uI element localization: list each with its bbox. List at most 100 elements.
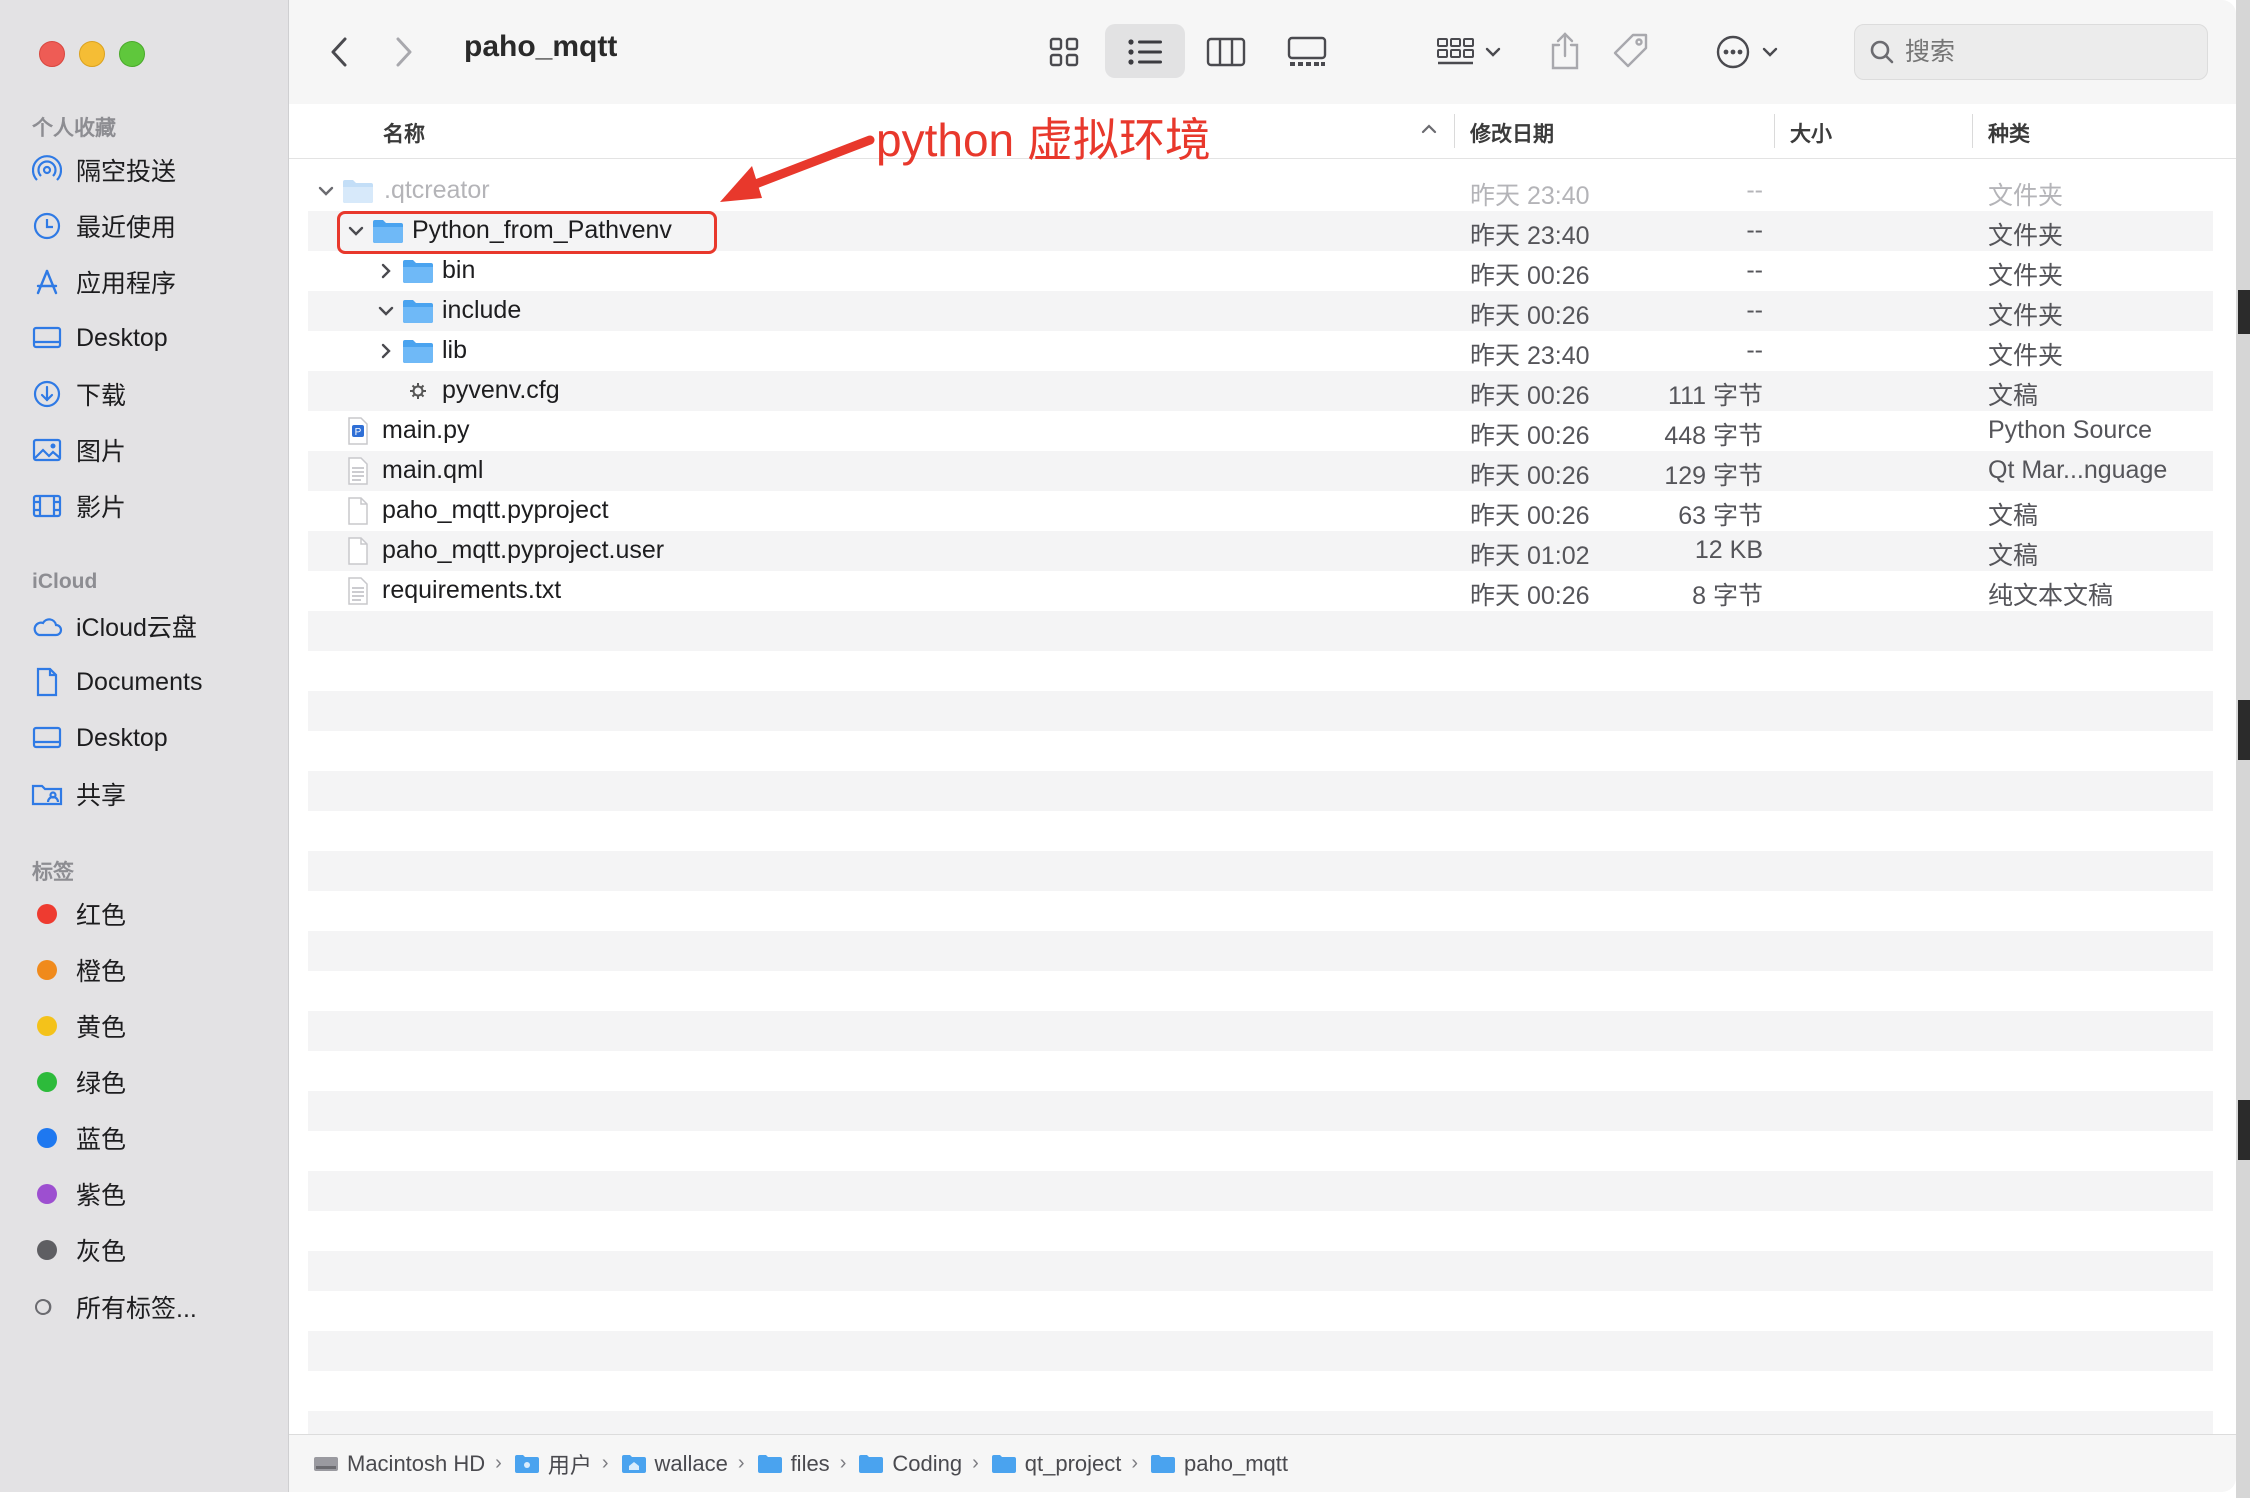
search-field[interactable] bbox=[1854, 24, 2208, 80]
minimize-window-button[interactable] bbox=[79, 41, 105, 67]
group-by-button[interactable] bbox=[1429, 30, 1509, 74]
zoom-window-button[interactable] bbox=[119, 41, 145, 67]
share-button[interactable] bbox=[1545, 28, 1585, 74]
tag-color-dot bbox=[30, 1009, 64, 1043]
table-row[interactable]: lib 昨天 23:40 -- 文件夹 bbox=[308, 331, 2213, 371]
disclosure-expanded-icon[interactable] bbox=[374, 299, 398, 323]
sidebar-item-label: 影片 bbox=[76, 494, 127, 522]
file-kind: 文件夹 bbox=[1988, 302, 2064, 330]
airdrop-icon bbox=[30, 153, 64, 187]
table-row[interactable]: include 昨天 00:26 -- 文件夹 bbox=[308, 291, 2213, 331]
empty-row-stripe bbox=[308, 1171, 2213, 1211]
path-item-disk[interactable]: Macintosh HD › bbox=[313, 1451, 514, 1477]
desktop-icon bbox=[30, 721, 64, 755]
tag-button[interactable] bbox=[1609, 28, 1653, 74]
column-divider[interactable] bbox=[1774, 114, 1775, 148]
file-name: main.py bbox=[382, 416, 470, 444]
disclosure-expanded-icon[interactable] bbox=[314, 179, 338, 203]
gallery-view-button[interactable] bbox=[1285, 32, 1329, 72]
orange-dot-icon bbox=[37, 960, 57, 980]
annotation-arrow-icon bbox=[720, 135, 875, 202]
search-input[interactable] bbox=[1903, 36, 2167, 68]
sidebar-tag-gray[interactable]: 灰色 bbox=[30, 1228, 280, 1272]
sidebar-item-label: 蓝色 bbox=[76, 1126, 127, 1154]
file-size: 8 字节 bbox=[1692, 582, 1763, 610]
sidebar-item-label: 黄色 bbox=[76, 1014, 127, 1042]
file-name: main.qml bbox=[382, 456, 484, 484]
list-view-button[interactable] bbox=[1125, 32, 1165, 72]
forward-button[interactable] bbox=[389, 32, 419, 72]
file-name: include bbox=[442, 296, 522, 324]
sidebar-item-label: 最近使用 bbox=[76, 214, 177, 242]
path-item-home[interactable]: wallace › bbox=[621, 1451, 757, 1477]
sidebar-item-icloud-drive[interactable]: iCloud云盘 bbox=[30, 604, 280, 648]
file-kind: 纯文本文稿 bbox=[1988, 582, 2114, 610]
sidebar-item-shared[interactable]: 共享 bbox=[30, 772, 280, 816]
column-divider[interactable] bbox=[1454, 114, 1455, 148]
icon-view-button[interactable] bbox=[1044, 32, 1084, 72]
sidebar-item-pictures[interactable]: 图片 bbox=[30, 428, 280, 472]
file-date: 昨天 23:40 bbox=[1470, 342, 1590, 370]
file-name: paho_mqtt.pyproject bbox=[382, 496, 609, 524]
table-row[interactable]: main.qml 昨天 00:26 129 字节 Qt Mar...nguage bbox=[308, 451, 2213, 491]
sidebar-item-icloud-desktop[interactable]: Desktop bbox=[30, 716, 280, 760]
column-name-header[interactable]: 名称 bbox=[383, 118, 425, 148]
table-row[interactable]: bin 昨天 00:26 -- 文件夹 bbox=[308, 251, 2213, 291]
path-item-users[interactable]: 用户 › bbox=[514, 1448, 621, 1480]
file-date: 昨天 00:26 bbox=[1470, 262, 1590, 290]
folder-icon bbox=[342, 177, 374, 205]
download-icon bbox=[30, 377, 64, 411]
file-date: 昨天 00:26 bbox=[1470, 582, 1590, 610]
file-list: .qtcreator 昨天 23:40 -- 文件夹 Python_from_P… bbox=[289, 159, 2236, 1434]
sidebar-tag-red[interactable]: 红色 bbox=[30, 892, 280, 936]
column-kind-header[interactable]: 种类 bbox=[1988, 118, 2030, 148]
photo-icon bbox=[30, 433, 64, 467]
shared-folder-icon bbox=[30, 777, 64, 811]
path-item-coding[interactable]: Coding › bbox=[858, 1451, 990, 1477]
sidebar-item-airdrop[interactable]: 隔空投送 bbox=[30, 148, 280, 192]
file-kind: Qt Mar...nguage bbox=[1988, 456, 2168, 484]
sidebar-item-recents[interactable]: 最近使用 bbox=[30, 204, 280, 248]
table-row[interactable]: paho_mqtt.pyproject 昨天 00:26 63 字节 文稿 bbox=[308, 491, 2213, 531]
path-item-current[interactable]: paho_mqtt bbox=[1150, 1451, 1288, 1477]
sidebar-tag-yellow[interactable]: 黄色 bbox=[30, 1004, 280, 1048]
list-icon bbox=[1128, 39, 1162, 65]
sidebar-tag-purple[interactable]: 紫色 bbox=[30, 1172, 280, 1216]
applications-icon bbox=[30, 265, 64, 299]
backdrop-window-edge bbox=[2238, 290, 2250, 334]
table-row[interactable]: requirements.txt 昨天 00:26 8 字节 纯文本文稿 bbox=[308, 571, 2213, 611]
more-actions-button[interactable] bbox=[1705, 30, 1789, 74]
annotation-highlight-box bbox=[337, 211, 717, 254]
sidebar-item-downloads[interactable]: 下载 bbox=[30, 372, 280, 416]
sidebar-item-documents[interactable]: Documents bbox=[30, 660, 280, 704]
text-file-icon bbox=[342, 577, 374, 605]
path-item-qt-project[interactable]: qt_project › bbox=[991, 1451, 1150, 1477]
sidebar-item-movies[interactable]: 影片 bbox=[30, 484, 280, 528]
column-divider[interactable] bbox=[1972, 114, 1973, 148]
table-row[interactable]: paho_mqtt.pyproject.user 昨天 01:02 12 KB … bbox=[308, 531, 2213, 571]
table-row[interactable]: .qtcreator 昨天 23:40 -- 文件夹 bbox=[308, 171, 2213, 211]
sidebar-tag-orange[interactable]: 橙色 bbox=[30, 948, 280, 992]
path-bar: Macintosh HD › 用户 › wallace › files › Co… bbox=[289, 1434, 2236, 1492]
column-date-header[interactable]: 修改日期 bbox=[1470, 118, 1554, 148]
blue-dot-icon bbox=[37, 1128, 57, 1148]
disclosure-collapsed-icon[interactable] bbox=[374, 339, 398, 363]
sidebar-all-tags[interactable]: 所有标签... bbox=[30, 1285, 280, 1329]
disclosure-collapsed-icon[interactable] bbox=[374, 259, 398, 283]
back-button[interactable] bbox=[324, 32, 354, 72]
column-view-button[interactable] bbox=[1204, 32, 1248, 72]
close-window-button[interactable] bbox=[39, 41, 65, 67]
path-item-label: paho_mqtt bbox=[1184, 1450, 1289, 1476]
path-item-files[interactable]: files › bbox=[757, 1451, 859, 1477]
sidebar-tag-blue[interactable]: 蓝色 bbox=[30, 1116, 280, 1160]
tag-color-dot bbox=[30, 1121, 64, 1155]
table-row[interactable]: P main.py 昨天 00:26 448 字节 Python Source bbox=[308, 411, 2213, 451]
sidebar-item-label: 隔空投送 bbox=[76, 158, 177, 186]
sidebar-tag-green[interactable]: 绿色 bbox=[30, 1060, 280, 1104]
sidebar-item-applications[interactable]: 应用程序 bbox=[30, 260, 280, 304]
table-row[interactable]: pyvenv.cfg 昨天 00:26 111 字节 文稿 bbox=[308, 371, 2213, 411]
config-file-icon bbox=[402, 377, 434, 405]
hard-drive-icon bbox=[313, 1453, 339, 1475]
sidebar-item-desktop[interactable]: Desktop bbox=[30, 316, 280, 360]
column-size-header[interactable]: 大小 bbox=[1790, 118, 1832, 148]
